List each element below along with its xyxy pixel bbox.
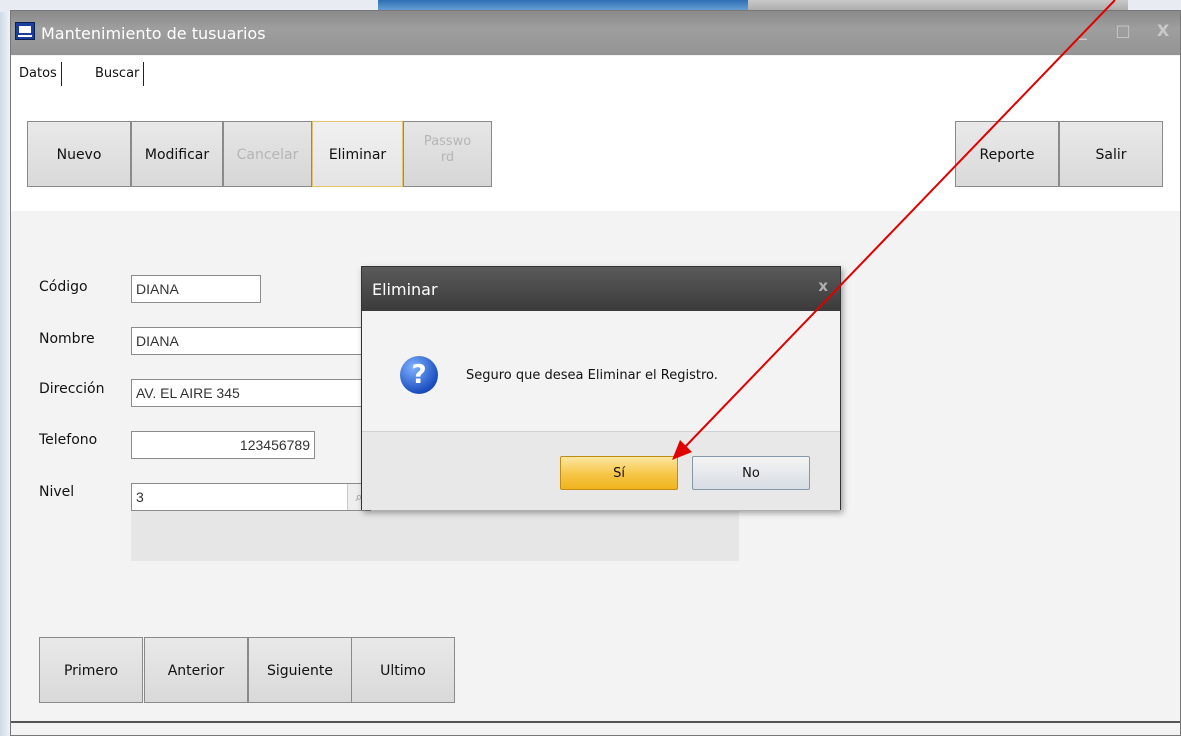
siguiente-button[interactable]: Siguiente bbox=[248, 637, 352, 703]
reporte-button[interactable]: Reporte bbox=[955, 121, 1059, 187]
nuevo-button[interactable]: Nuevo bbox=[27, 121, 131, 187]
title-bar[interactable]: Mantenimiento de tusuarios _ □ X bbox=[11, 11, 1180, 55]
cancelar-button[interactable]: Cancelar bbox=[223, 121, 312, 187]
nombre-field[interactable]: DIANA bbox=[131, 327, 371, 355]
minimize-icon[interactable]: _ bbox=[1071, 21, 1095, 40]
window-title: Mantenimiento de tusuarios bbox=[41, 24, 266, 43]
confirm-dialog: Eliminar x ? Seguro que desea Eliminar e… bbox=[361, 266, 841, 510]
bottom-divider bbox=[11, 721, 1180, 723]
app-icon bbox=[15, 22, 35, 40]
nombre-label: Nombre bbox=[39, 331, 95, 347]
yes-button[interactable]: Sí bbox=[560, 456, 678, 490]
tab-strip: Datos Buscar bbox=[11, 56, 1180, 92]
tab-buscar[interactable]: Buscar bbox=[91, 62, 145, 86]
telefono-field[interactable]: 123456789 bbox=[131, 431, 315, 459]
codigo-label: Código bbox=[39, 279, 88, 295]
nivel-field[interactable]: 3 ⌕ bbox=[131, 483, 371, 511]
close-icon[interactable]: X bbox=[1151, 21, 1175, 40]
ultimo-button[interactable]: Ultimo bbox=[351, 637, 455, 703]
dialog-title-bar[interactable]: Eliminar x bbox=[362, 267, 840, 311]
telefono-label: Telefono bbox=[39, 432, 98, 448]
dialog-message: Seguro que desea Eliminar el Registro. bbox=[466, 368, 718, 383]
nivel-value: 3 bbox=[136, 489, 144, 505]
codigo-field[interactable]: DIANA bbox=[131, 275, 261, 303]
dialog-title: Eliminar bbox=[372, 280, 438, 299]
question-icon: ? bbox=[400, 356, 438, 394]
dialog-close-icon[interactable]: x bbox=[818, 277, 828, 295]
maximize-icon[interactable]: □ bbox=[1111, 21, 1135, 40]
direccion-label: Dirección bbox=[39, 381, 105, 397]
dialog-body: ? Seguro que desea Eliminar el Registro. bbox=[362, 311, 840, 431]
primero-button[interactable]: Primero bbox=[39, 637, 143, 703]
direccion-field[interactable]: AV. EL AIRE 345 bbox=[131, 379, 371, 407]
modificar-button[interactable]: Modificar bbox=[131, 121, 223, 187]
desktop-left-edge bbox=[0, 12, 10, 736]
password-button-label: Password bbox=[423, 134, 472, 165]
salir-button[interactable]: Salir bbox=[1059, 121, 1163, 187]
no-button[interactable]: No bbox=[692, 456, 810, 490]
tab-datos[interactable]: Datos bbox=[15, 62, 62, 86]
nivel-label: Nivel bbox=[39, 484, 75, 500]
anterior-button[interactable]: Anterior bbox=[144, 637, 248, 703]
dialog-footer: Sí No bbox=[362, 431, 840, 510]
eliminar-button[interactable]: Eliminar bbox=[312, 121, 403, 187]
detail-panel bbox=[131, 511, 739, 561]
password-button[interactable]: Password bbox=[403, 121, 492, 187]
toolbar: Nuevo Modificar Cancelar Eliminar Passwo… bbox=[11, 91, 1180, 211]
